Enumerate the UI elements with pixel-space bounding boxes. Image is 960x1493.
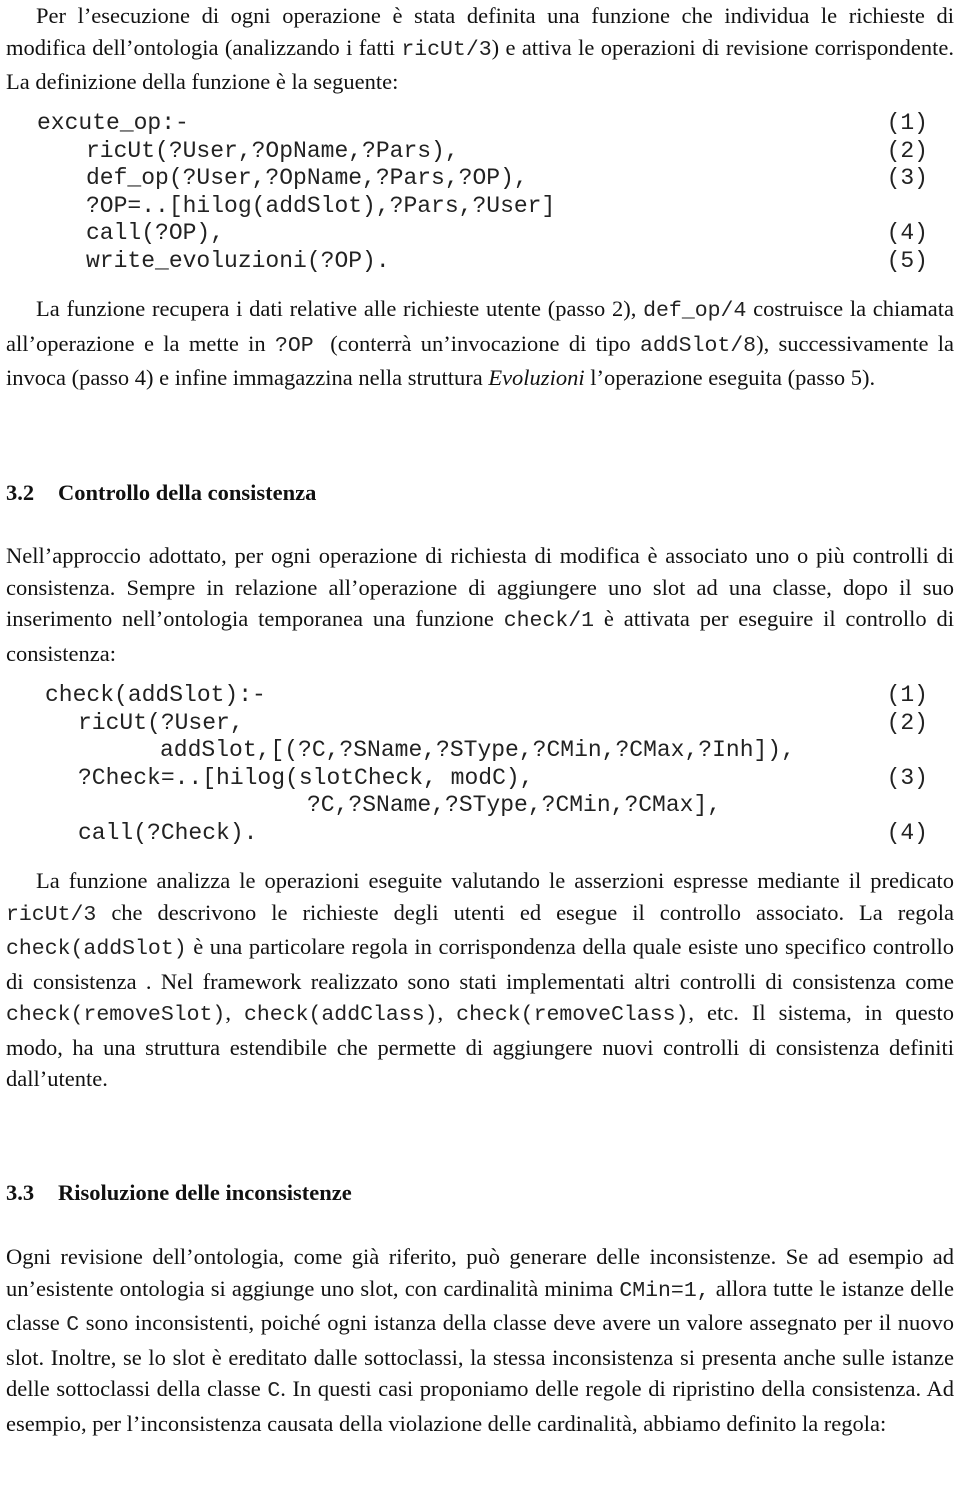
inline-code: CMin=1,: [619, 1278, 710, 1303]
paragraph-inconsistency-resolution: Ogni revisione dell’ontologia, come già …: [6, 1241, 954, 1439]
text: ,: [437, 1000, 457, 1025]
line-number: (5): [886, 247, 928, 274]
code-text: excute_op:-: [37, 110, 189, 136]
line-number: (2): [886, 709, 928, 736]
code-line: call(?OP), (4): [0, 220, 960, 248]
text: l’operazione eseguita (passo 5).: [584, 365, 876, 390]
inline-code: addSlot/8: [639, 333, 757, 358]
inline-code: ?OP: [274, 333, 331, 358]
line-number: (3): [886, 165, 928, 191]
code-line: ?C,?SName,?SType,?CMin,?CMax],: [0, 792, 960, 820]
paragraph-function-description: La funzione recupera i dati relative all…: [6, 293, 954, 394]
text: La funzione analizza le operazioni esegu…: [36, 868, 954, 893]
text: ,: [225, 1000, 244, 1025]
code-line: ?Check=..[hilog(slotCheck, modC), (3): [0, 765, 960, 793]
code-text: ?OP=..[hilog(addSlot),?Pars,?User]: [86, 192, 556, 219]
section-heading-3-3: 3.3 Risoluzione delle inconsistenze: [6, 1180, 352, 1206]
code-line: ricUt(?User,?OpName,?Pars), (2): [0, 138, 960, 166]
code-line: write_evoluzioni(?OP). (5): [0, 248, 960, 276]
emphasis: Evoluzioni: [488, 365, 585, 390]
code-text: call(?Check).: [78, 819, 258, 846]
line-number: (2): [886, 137, 928, 164]
code-line: addSlot,[(?C,?SName,?SType,?CMin,?CMax,?…: [0, 737, 960, 765]
text: La funzione recupera i dati relative all…: [36, 296, 644, 321]
code-text: ?Check=..[hilog(slotCheck, modC),: [78, 764, 534, 791]
code-line: check(addSlot):- (1): [0, 682, 960, 710]
inline-code: check(removeSlot): [6, 1003, 226, 1027]
code-text: write_evoluzioni(?OP).: [86, 247, 390, 274]
inline-code: def_op/4: [643, 299, 747, 323]
code-text: call(?OP),: [86, 220, 225, 246]
code-text: def_op(?User,?OpName,?Pars,?OP),: [86, 165, 528, 191]
section-title: Controllo della consistenza: [58, 480, 317, 505]
line-number: (4): [886, 819, 928, 846]
inline-code: check(removeClass): [456, 1003, 689, 1027]
code-line: call(?Check). (4): [0, 820, 960, 848]
code-text: ricUt(?User,?OpName,?Pars),: [86, 137, 459, 164]
inline-code: check(addSlot): [6, 937, 187, 961]
paragraph-function-analysis: La funzione analizza le operazioni esegu…: [6, 865, 954, 1095]
section-heading-3-2: 3.2 Controllo della consistenza: [6, 480, 316, 506]
inline-code: C: [66, 1313, 80, 1337]
text: che descrivono le richieste degli utenti…: [96, 899, 954, 925]
line-number: (4): [886, 220, 928, 246]
inline-code: check(addClass): [243, 1003, 438, 1027]
inline-code: check/1: [503, 609, 595, 633]
paragraph-consistency-checks: Nell’approccio adottato, per ogni operaz…: [6, 540, 954, 669]
paragraph-intro: Per l’esecuzione di ogni operazione è st…: [6, 0, 954, 98]
code-text: ?C,?SName,?SType,?CMin,?CMax],: [307, 792, 722, 818]
inline-code: C: [267, 1379, 281, 1403]
line-number: (3): [886, 764, 928, 791]
text: (conterrà un’invocazione di tipo: [330, 330, 640, 356]
section-title: Risoluzione delle inconsistenze: [58, 1180, 352, 1205]
code-line: excute_op:- (1): [0, 110, 960, 138]
section-number: 3.3: [6, 1180, 35, 1205]
inline-code: ricUt/3: [6, 902, 97, 927]
code-line: def_op(?User,?OpName,?Pars,?OP), (3): [0, 165, 960, 193]
inline-code: ricUt/3: [401, 37, 492, 62]
code-text: addSlot,[(?C,?SName,?SType,?CMin,?CMax,?…: [160, 737, 795, 763]
code-text: check(addSlot):-: [45, 682, 266, 708]
section-number: 3.2: [6, 480, 35, 505]
code-line: ?OP=..[hilog(addSlot),?Pars,?User]: [0, 193, 960, 221]
code-line: ricUt(?User, (2): [0, 710, 960, 738]
code-text: ricUt(?User,: [78, 709, 244, 736]
line-number: (1): [886, 110, 928, 136]
line-number: (1): [886, 682, 928, 708]
